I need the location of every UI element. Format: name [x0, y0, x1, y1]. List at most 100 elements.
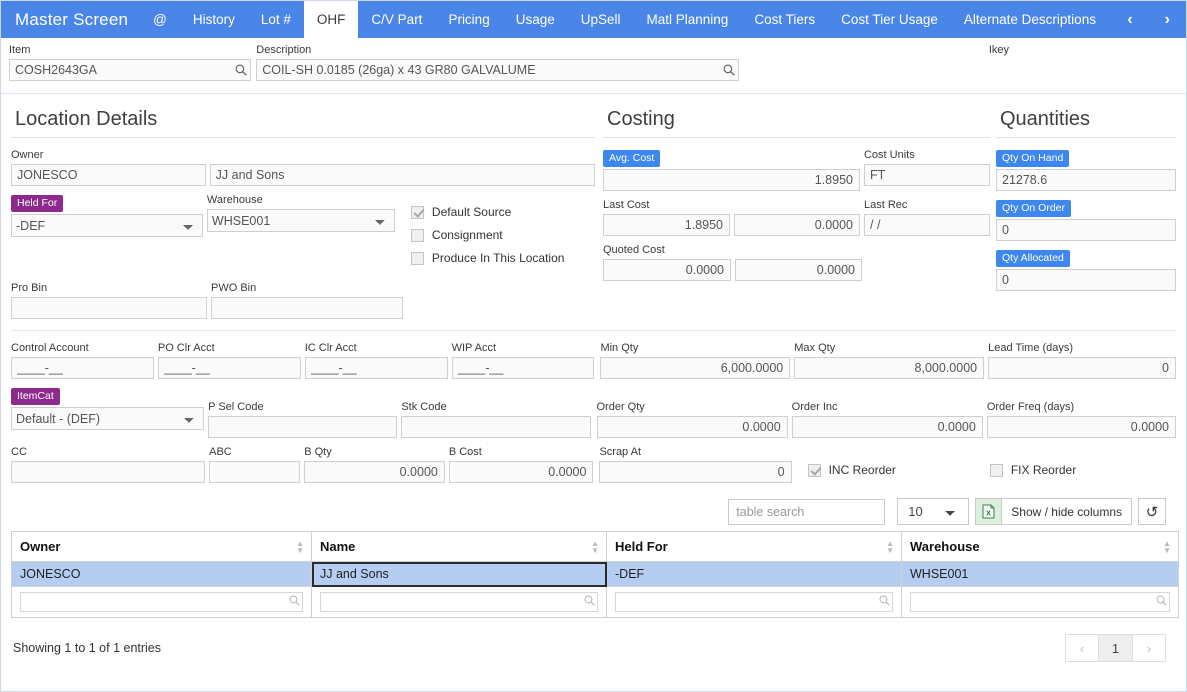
- lead-time-input[interactable]: [988, 357, 1176, 379]
- quoted-cost-secondary-input[interactable]: [735, 259, 862, 281]
- description-input[interactable]: [256, 59, 739, 81]
- abc-input[interactable]: [209, 461, 300, 483]
- pagination-previous[interactable]: ‹: [1065, 634, 1099, 662]
- control-account-input[interactable]: [11, 357, 154, 379]
- filter-input-name[interactable]: [320, 592, 598, 612]
- column-header-name[interactable]: Name ▲▼: [312, 532, 607, 562]
- held-for-badge[interactable]: Held For: [11, 195, 63, 212]
- table-search-input[interactable]: [728, 499, 885, 525]
- tab-upsell[interactable]: UpSell: [568, 1, 634, 38]
- fix-reorder-checkbox[interactable]: [990, 464, 1003, 477]
- consignment-checkbox-row[interactable]: Consignment: [411, 228, 595, 242]
- sort-icon[interactable]: ▲▼: [591, 540, 599, 554]
- owner-input[interactable]: [11, 164, 206, 186]
- search-icon[interactable]: [584, 595, 595, 609]
- cell-name[interactable]: JJ and Sons: [312, 562, 607, 587]
- inc-reorder-checkbox[interactable]: [808, 464, 821, 477]
- table-row[interactable]: JONESCO JJ and Sons -DEF WHSE001: [12, 562, 1179, 587]
- chevron-right-icon[interactable]: ›: [1149, 1, 1186, 38]
- tab-matl-planning[interactable]: Matl Planning: [634, 1, 742, 38]
- max-qty-input[interactable]: [794, 357, 984, 379]
- avg-cost-input[interactable]: [603, 169, 860, 191]
- search-icon[interactable]: [1156, 595, 1167, 609]
- tab-usage[interactable]: Usage: [503, 1, 568, 38]
- last-rec-input[interactable]: [864, 214, 990, 236]
- search-icon[interactable]: [289, 595, 300, 609]
- filter-input-held-for[interactable]: [615, 592, 893, 612]
- cc-input[interactable]: [11, 461, 205, 483]
- tab-alternate-descriptions[interactable]: Alternate Descriptions: [951, 1, 1109, 38]
- pagination-page-1[interactable]: 1: [1098, 634, 1133, 662]
- scrap-at-input[interactable]: [599, 461, 791, 483]
- item-input[interactable]: [9, 59, 251, 81]
- b-qty-input[interactable]: [304, 461, 445, 483]
- tab-cv-part[interactable]: C/V Part: [358, 1, 435, 38]
- inc-reorder-checkbox-row[interactable]: INC Reorder: [808, 463, 984, 477]
- column-header-held-for[interactable]: Held For ▲▼: [607, 532, 902, 562]
- wip-acct-input[interactable]: [452, 357, 595, 379]
- fix-reorder-checkbox-row[interactable]: FIX Reorder: [990, 463, 1176, 477]
- held-for-select[interactable]: -DEF: [11, 214, 203, 237]
- order-freq-input[interactable]: [987, 416, 1176, 438]
- order-inc-input[interactable]: [792, 416, 983, 438]
- table-toolbar: 10 X Show / hide columns ↺: [11, 490, 1176, 531]
- pwo-bin-label: PWO Bin: [211, 281, 403, 295]
- default-source-checkbox-row[interactable]: Default Source: [411, 205, 595, 219]
- cell-held-for[interactable]: -DEF: [607, 562, 902, 587]
- last-cost-secondary-input[interactable]: [734, 214, 860, 236]
- cost-units-input[interactable]: [864, 164, 990, 186]
- search-icon[interactable]: [879, 595, 890, 609]
- tab-pricing[interactable]: Pricing: [435, 1, 502, 38]
- po-clr-acct-input[interactable]: [158, 357, 301, 379]
- itemcat-badge[interactable]: ItemCat: [11, 388, 60, 405]
- held-for-field-group: Held For -DEF: [11, 193, 203, 274]
- produce-in-this-location-checkbox-row[interactable]: Produce In This Location: [411, 251, 595, 265]
- item-search-icon[interactable]: [235, 64, 247, 76]
- b-cost-input[interactable]: [449, 461, 594, 483]
- sort-icon[interactable]: ▲▼: [1163, 540, 1171, 554]
- pwo-bin-input[interactable]: [211, 297, 403, 319]
- owner-name-input[interactable]: [210, 164, 595, 186]
- warehouse-select[interactable]: WHSE001: [207, 209, 395, 232]
- filter-input-owner[interactable]: [20, 592, 303, 612]
- default-source-checkbox[interactable]: [411, 206, 424, 219]
- consignment-checkbox[interactable]: [411, 229, 424, 242]
- reset-icon[interactable]: ↺: [1138, 498, 1166, 525]
- column-header-owner[interactable]: Owner ▲▼: [12, 532, 312, 562]
- pagination-next[interactable]: ›: [1132, 634, 1166, 662]
- description-search-icon[interactable]: [723, 64, 735, 76]
- pro-bin-input[interactable]: [11, 297, 207, 319]
- qty-allocated-badge[interactable]: Qty Allocated: [996, 250, 1070, 267]
- qty-on-order-badge[interactable]: Qty On Order: [996, 200, 1071, 217]
- p-sel-code-input[interactable]: [208, 416, 397, 438]
- avg-cost-badge[interactable]: Avg. Cost: [603, 150, 660, 167]
- tab-at[interactable]: @: [140, 1, 180, 38]
- column-header-warehouse[interactable]: Warehouse ▲▼: [902, 532, 1179, 562]
- chevron-left-icon[interactable]: ‹: [1111, 1, 1148, 38]
- last-cost-input[interactable]: [603, 214, 730, 236]
- excel-export-icon[interactable]: X: [975, 498, 1001, 525]
- itemcat-select[interactable]: Default - (DEF): [11, 407, 204, 430]
- tab-cost-tier-usage[interactable]: Cost Tier Usage: [828, 1, 951, 38]
- page-length-select[interactable]: 10: [897, 498, 969, 525]
- tab-history[interactable]: History: [180, 1, 248, 38]
- tab-ohf[interactable]: OHF: [304, 1, 359, 38]
- qty-on-hand-badge[interactable]: Qty On Hand: [996, 150, 1069, 167]
- tab-cost-tiers[interactable]: Cost Tiers: [741, 1, 828, 38]
- cell-owner[interactable]: JONESCO: [12, 562, 312, 587]
- ic-clr-acct-input[interactable]: [305, 357, 448, 379]
- min-qty-input[interactable]: [600, 357, 790, 379]
- qty-on-hand-input[interactable]: [996, 169, 1176, 191]
- tab-lot-number[interactable]: Lot #: [248, 1, 304, 38]
- qty-on-order-input[interactable]: [996, 219, 1176, 241]
- cell-warehouse[interactable]: WHSE001: [902, 562, 1179, 587]
- sort-icon[interactable]: ▲▼: [296, 540, 304, 554]
- stk-code-input[interactable]: [401, 416, 590, 438]
- produce-in-this-location-checkbox[interactable]: [411, 252, 424, 265]
- sort-icon[interactable]: ▲▼: [886, 540, 894, 554]
- qty-allocated-input[interactable]: [996, 269, 1176, 291]
- show-hide-columns-button[interactable]: Show / hide columns: [1001, 498, 1132, 525]
- quoted-cost-input[interactable]: [603, 259, 731, 281]
- filter-input-warehouse[interactable]: [910, 592, 1170, 612]
- order-qty-input[interactable]: [597, 416, 788, 438]
